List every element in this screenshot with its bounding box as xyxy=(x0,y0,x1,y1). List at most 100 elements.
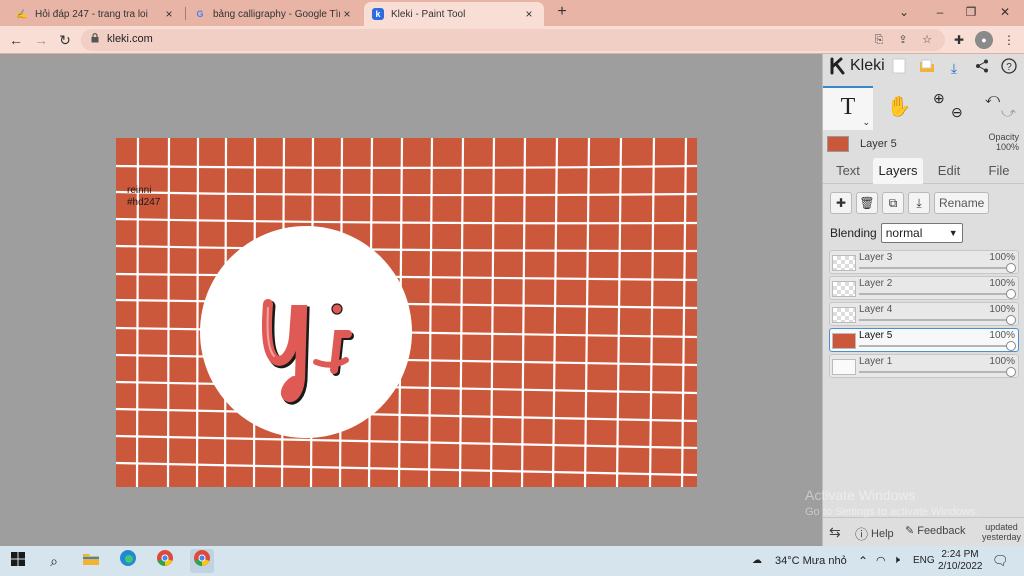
watermark-title: Activate Windows xyxy=(805,487,916,503)
hand-icon: ✋ xyxy=(886,96,912,118)
hand-tool-button[interactable]: ✋ xyxy=(877,86,921,130)
bookmark-star-icon[interactable]: ☆ xyxy=(919,32,935,48)
redo-icon[interactable]: ⤻ xyxy=(1001,104,1016,121)
kleki-logo[interactable]: Kleki xyxy=(829,57,885,75)
open-folder-icon[interactable] xyxy=(917,58,937,78)
plus-icon: ✚ xyxy=(835,196,847,210)
blending-mode-select[interactable]: normal ▼ xyxy=(880,223,963,243)
close-window-icon[interactable]: ✕ xyxy=(992,3,1018,21)
delete-layer-button[interactable]: 🗑 xyxy=(856,192,878,214)
updated-note[interactable]: updated yesterday xyxy=(982,522,1021,542)
help-question-icon[interactable]: ? xyxy=(999,58,1019,78)
reload-icon[interactable]: ↻ xyxy=(55,30,75,50)
help-button[interactable]: ⓘ Help xyxy=(855,524,894,543)
undo-icon[interactable]: ⤺ xyxy=(985,90,1000,107)
notification-icon[interactable]: 🗨 xyxy=(992,553,1009,569)
chrome-icon[interactable] xyxy=(153,549,177,573)
activate-windows-watermark: Activate Windows Go to Settings to activ… xyxy=(805,487,979,521)
google-favicon-icon: G xyxy=(196,9,204,19)
share-icon[interactable] xyxy=(972,58,992,78)
forward-arrow-icon[interactable]: → xyxy=(31,30,51,50)
opacity-slider-handle[interactable] xyxy=(1006,367,1016,377)
layer-name: Layer 3 xyxy=(859,252,893,263)
layer-row-selected[interactable]: Layer 5 100% xyxy=(829,328,1019,352)
trash-icon: 🗑 xyxy=(859,196,875,210)
text-tool-icon: T xyxy=(840,94,856,120)
merge-layer-button[interactable]: ⤓ xyxy=(908,192,930,214)
browser-toolbar: ← → ↻ kleki.com ⎘ ⇪ ☆ ✚ ● ⋮ xyxy=(0,26,1024,54)
new-image-icon[interactable] xyxy=(889,58,909,78)
opacity-slider-track[interactable] xyxy=(859,267,1012,269)
tab-text[interactable]: Text xyxy=(825,158,871,184)
add-layer-button[interactable]: ✚ xyxy=(830,192,852,214)
share-icon[interactable]: ⇪ xyxy=(895,32,911,48)
swap-side-button[interactable]: ⇆ xyxy=(829,524,841,541)
drawing-canvas[interactable]: reinni #hd247 xyxy=(116,138,697,487)
tab-search-chevron-icon[interactable]: ⌄ xyxy=(891,3,917,21)
search-icon[interactable]: ⌕ xyxy=(42,549,66,573)
tab-kleki[interactable]: k Kleki - Paint Tool × xyxy=(364,2,544,26)
opacity-slider-handle[interactable] xyxy=(1006,315,1016,325)
restore-icon[interactable]: ❐ xyxy=(958,3,984,21)
layer-actions: ✚ 🗑 ⧉ ⤓ Rename xyxy=(830,192,990,216)
feedback-pen-icon: ✎ xyxy=(905,525,915,537)
duplicate-layer-button[interactable]: ⧉ xyxy=(882,192,904,214)
weather-text[interactable]: 34°C Mưa nhỏ xyxy=(775,555,847,567)
opacity-slider-track[interactable] xyxy=(859,319,1012,321)
feedback-button[interactable]: ✎ Feedback xyxy=(905,524,966,538)
layer-opacity-readout: Opacity 100% xyxy=(988,132,1019,152)
zoom-out-icon[interactable]: ⊖ xyxy=(951,104,963,121)
close-tab-icon[interactable]: × xyxy=(522,7,536,21)
opacity-slider-handle[interactable] xyxy=(1006,263,1016,273)
close-tab-icon[interactable]: × xyxy=(162,7,176,21)
tab-layers[interactable]: Layers xyxy=(873,158,923,184)
opacity-slider-handle[interactable] xyxy=(1006,341,1016,351)
language-indicator[interactable]: ENG xyxy=(913,555,935,566)
tab-file[interactable]: File xyxy=(975,158,1023,184)
layer-row[interactable]: Layer 4 100% xyxy=(829,302,1019,326)
opacity-slider-track[interactable] xyxy=(859,371,1012,373)
layer-opacity: 100% xyxy=(989,278,1015,289)
layer-thumbnail xyxy=(832,359,856,375)
canvas-workspace[interactable]: reinni #hd247 xyxy=(0,54,822,546)
undo-redo-buttons[interactable]: ⤺ ⤻ xyxy=(977,86,1021,130)
kleki-top-bar: Kleki ⤓ ? xyxy=(823,54,1024,84)
merge-down-icon: ⤓ xyxy=(916,196,922,210)
file-explorer-icon[interactable] xyxy=(79,549,103,573)
tray-chevron-up-icon[interactable]: ⌃ xyxy=(858,554,868,568)
tab-hoidap[interactable]: ✍ Hỏi đáp 247 - trang tra loi × xyxy=(8,2,184,26)
canvas-signature-text: reinni #hd247 xyxy=(127,185,160,209)
tab-edit[interactable]: Edit xyxy=(925,158,973,184)
blending-label: Blending xyxy=(830,226,877,240)
tab-google[interactable]: G bảng calligraphy - Google Tìm kiếm × xyxy=(186,2,362,26)
minimize-icon[interactable]: – xyxy=(927,3,953,21)
translate-icon[interactable]: ⎘ xyxy=(871,32,887,48)
rename-layer-button[interactable]: Rename xyxy=(934,192,990,214)
kleki-side-panel: Kleki ⤓ ? T ⌄ ✋ ⊕ ⊖ ⤺ ⤻ Layer 5 Opacity … xyxy=(822,54,1024,546)
chrome-active-window-icon[interactable] xyxy=(190,549,214,573)
start-windows-icon[interactable] xyxy=(6,549,30,573)
profile-avatar-icon[interactable]: ● xyxy=(975,31,993,49)
extensions-puzzle-icon[interactable]: ✚ xyxy=(950,31,968,49)
close-tab-icon[interactable]: × xyxy=(340,7,354,21)
text-tool-button[interactable]: T ⌄ xyxy=(823,86,873,130)
edge-browser-icon[interactable] xyxy=(116,549,140,573)
weather-cloud-icon[interactable]: ☁ xyxy=(752,555,762,566)
opacity-slider-handle[interactable] xyxy=(1006,289,1016,299)
volume-icon[interactable]: 🕨 xyxy=(893,554,900,567)
zoom-buttons[interactable]: ⊕ ⊖ xyxy=(927,86,971,130)
layer-row[interactable]: Layer 3 100% xyxy=(829,250,1019,274)
opacity-slider-track[interactable] xyxy=(859,345,1012,347)
layer-row[interactable]: Layer 2 100% xyxy=(829,276,1019,300)
new-tab-plus-icon[interactable]: + xyxy=(553,3,571,21)
layer-row[interactable]: Layer 1 100% xyxy=(829,354,1019,378)
clock[interactable]: 2:24 PM 2/10/2022 xyxy=(938,549,983,573)
menu-dots-icon[interactable]: ⋮ xyxy=(1000,31,1018,49)
tab-title: bảng calligraphy - Google Tìm kiếm xyxy=(213,8,340,20)
opacity-slider-track[interactable] xyxy=(859,293,1012,295)
back-arrow-icon[interactable]: ← xyxy=(6,30,26,50)
wifi-icon[interactable]: ◠ xyxy=(876,554,886,567)
download-icon[interactable]: ⤓ xyxy=(944,58,964,78)
zoom-in-icon[interactable]: ⊕ xyxy=(933,90,945,107)
address-bar[interactable]: kleki.com ⎘ ⇪ ☆ xyxy=(81,29,945,51)
